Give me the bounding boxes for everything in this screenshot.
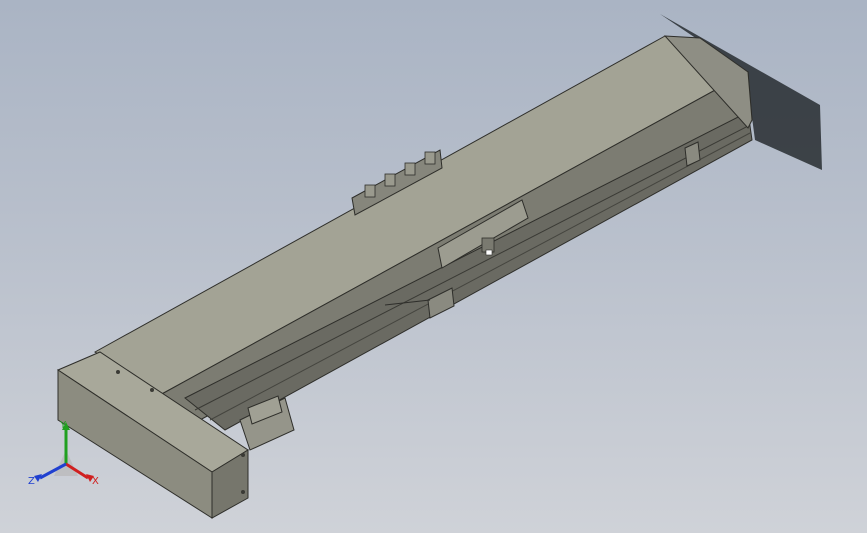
triad-z-label: Z — [28, 476, 35, 487]
actuator-top-face — [94, 35, 750, 396]
linear-actuator-model[interactable] — [0, 0, 867, 533]
orientation-triad: Y X Z — [26, 420, 106, 492]
triad-x-label: X — [92, 476, 99, 487]
triad-y-label: Y — [59, 420, 67, 431]
graphics-viewport[interactable]: Y X Z — [0, 0, 867, 533]
